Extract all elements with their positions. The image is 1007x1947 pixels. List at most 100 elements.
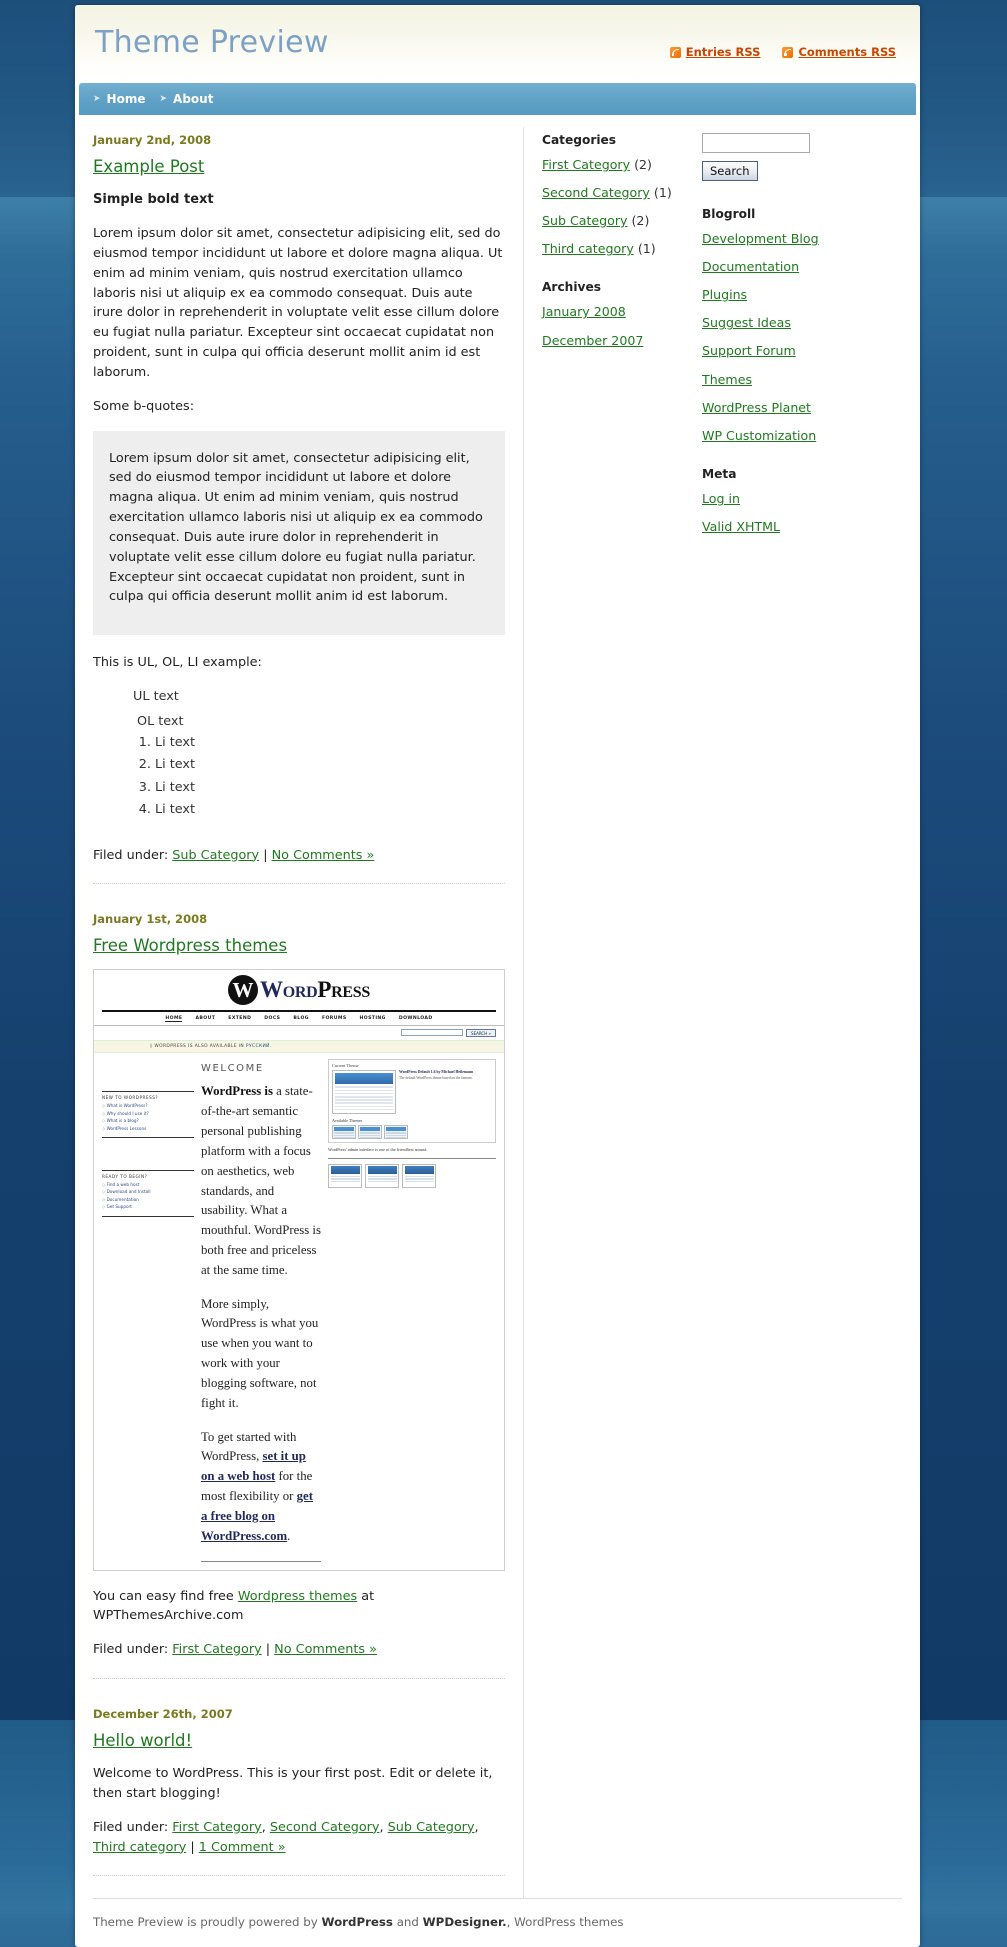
meta-list: Log in Valid XHTML: [702, 491, 902, 534]
wp-welcome-heading: WELCOME: [201, 1063, 321, 1074]
sidebar-category-link[interactable]: First Category: [542, 157, 630, 172]
post-comments-link[interactable]: No Comments »: [274, 1642, 377, 1657]
meta-comma: ,: [379, 1820, 383, 1835]
list-item: Support Forum: [702, 343, 902, 358]
wp-mini-theme: [384, 1125, 408, 1139]
post-meta: Filed under: Sub Category | No Comments …: [93, 846, 505, 866]
wp-nav-forums: FORUMS: [322, 1016, 347, 1022]
sidebar-category-link[interactable]: Third category: [542, 241, 634, 256]
post-separator: [93, 883, 505, 884]
list-item: Plugins: [702, 287, 902, 302]
post-title-link[interactable]: Hello world!: [93, 1731, 192, 1750]
blogroll-link-suggest-ideas[interactable]: Suggest Ideas: [702, 315, 791, 330]
blogroll-link-themes[interactable]: Themes: [702, 372, 752, 387]
wp-right-column: Current Theme WordPres: [328, 1059, 496, 1561]
sidebar-archive-link[interactable]: December 2007: [542, 333, 643, 348]
wordpress-wordmark: WordPress: [260, 977, 370, 1003]
sidebar: Categories First Category (2) Second Cat…: [523, 127, 920, 1898]
post-blockquote: Lorem ipsum dolor sit amet, consectetur …: [93, 431, 505, 636]
main-navigation: ➤ Home ➤ About: [79, 83, 916, 115]
wordpress-w-icon: W: [228, 975, 258, 1005]
list-item: OL text: [137, 712, 505, 732]
wp-divider: [201, 1561, 321, 1562]
blogroll-link-plugins[interactable]: Plugins: [702, 287, 747, 302]
post-caption: You can easy find free Wordpress themes …: [93, 1587, 505, 1627]
post-category-link[interactable]: Sub Category: [172, 848, 259, 863]
meta-link-valid-xhtml[interactable]: Valid XHTML: [702, 519, 780, 534]
post-comments-link[interactable]: 1 Comment »: [199, 1840, 286, 1855]
post-hello-world: December 26th, 2007 Hello world! Welcome…: [93, 1701, 505, 1857]
nav-item-about[interactable]: ➤ About: [159, 92, 213, 106]
list-item: WP Customization: [702, 428, 902, 443]
wp-box1-item: What is WordPress?: [102, 1103, 194, 1108]
search-button[interactable]: Search: [702, 161, 758, 181]
footer-link-wordpress[interactable]: WordPress: [321, 1915, 392, 1929]
content-wrapper: January 2nd, 2008 Example Post Simple bo…: [75, 115, 920, 1898]
site-header: Theme Preview Entries RSS Comments RSS: [75, 5, 920, 83]
wp-box2-title: READY TO BEGIN?: [102, 1170, 194, 1179]
wp-box1-item: WordPress Lessons: [102, 1126, 194, 1131]
blogroll-link-wp-customization[interactable]: WP Customization: [702, 428, 816, 443]
list-item: January 2008: [542, 304, 702, 319]
post-title-link[interactable]: Example Post: [93, 157, 204, 176]
blogroll-link-documentation[interactable]: Documentation: [702, 259, 799, 274]
meta-heading: Meta: [702, 467, 902, 481]
list-item: Sub Category (2): [542, 213, 702, 228]
sidebar-category-link[interactable]: Second Category: [542, 185, 650, 200]
meta-comma: ,: [475, 1820, 479, 1835]
wp-nav-about: ABOUT: [195, 1016, 215, 1022]
wp-banner-lang: РУССКИЙ.: [246, 1044, 272, 1049]
post-free-wordpress-themes: January 1st, 2008 Free Wordpress themes …: [93, 906, 505, 1660]
footer-text-b: and: [393, 1915, 423, 1929]
nav-item-home-label: Home: [107, 92, 146, 106]
post-meta: Filed under: First Category | No Comment…: [93, 1640, 505, 1660]
post-title-link[interactable]: Free Wordpress themes: [93, 936, 287, 955]
category-count: (2): [634, 157, 652, 172]
wordpress-themes-link[interactable]: Wordpress themes: [238, 1589, 357, 1604]
wp-box1-list: What is WordPress? Why should I use it? …: [102, 1103, 194, 1138]
entries-rss-link[interactable]: Entries RSS: [670, 45, 761, 59]
post-separator: [93, 1678, 505, 1679]
list-item: Li text: [155, 732, 505, 754]
wp-divider: [328, 1158, 496, 1159]
post-category-link[interactable]: First Category: [172, 1820, 261, 1835]
categories-heading: Categories: [542, 133, 702, 147]
wp-nav-docs: DOCS: [264, 1016, 280, 1022]
post-category-link[interactable]: Second Category: [270, 1820, 380, 1835]
chevron-right-icon: ➤: [93, 94, 101, 104]
post-date: December 26th, 2007: [93, 1707, 505, 1721]
wp-box2-list: Find a web host Download and Install Doc…: [102, 1182, 194, 1217]
post-category-link[interactable]: First Category: [172, 1642, 261, 1657]
sidebar-archive-link[interactable]: January 2008: [542, 304, 626, 319]
wp-admin-caption: WordPress' admin interface is one of the…: [328, 1147, 496, 1153]
wp-theme-meta: WordPress Default 1.6 by Michael Heilema…: [399, 1070, 481, 1114]
post-category-link[interactable]: Third category: [93, 1840, 186, 1855]
wp-search-button: SEARCH »: [466, 1029, 496, 1037]
post-date: January 1st, 2008: [93, 912, 505, 926]
footer-link-wpdesigner[interactable]: WPDesigner.: [423, 1915, 507, 1929]
post-comments-link[interactable]: No Comments »: [272, 848, 375, 863]
search-input[interactable]: [702, 133, 810, 153]
list-item: Valid XHTML: [702, 519, 902, 534]
wp-box1-title: NEW TO WORDPRESS?: [102, 1091, 194, 1100]
blogroll-link-wordpress-planet[interactable]: WordPress Planet: [702, 400, 811, 415]
sidebar-category-link[interactable]: Sub Category: [542, 213, 628, 228]
wordmark-word: Word: [260, 977, 317, 1002]
wp-search-input: [401, 1029, 463, 1036]
post-category-link[interactable]: Sub Category: [388, 1820, 475, 1835]
category-count: (2): [632, 213, 650, 228]
blogroll-link-support-forum[interactable]: Support Forum: [702, 343, 796, 358]
wp-nav-download: DOWNLOAD: [399, 1016, 433, 1022]
footer-text: Theme Preview is proudly powered by Word…: [93, 1915, 902, 1929]
comments-rss-link[interactable]: Comments RSS: [782, 45, 896, 59]
blogroll-link-development-blog[interactable]: Development Blog: [702, 231, 819, 246]
blockquote-intro: Some b-quotes:: [93, 397, 505, 417]
post-title: Hello world!: [93, 1731, 505, 1750]
meta-link-login[interactable]: Log in: [702, 491, 740, 506]
post-separator: [93, 1875, 505, 1876]
nav-item-home[interactable]: ➤ Home: [93, 92, 145, 106]
feed-links: Entries RSS Comments RSS: [670, 45, 896, 59]
page-title: Theme Preview: [95, 25, 329, 60]
wp-available-themes-label: Available Themes: [332, 1118, 492, 1123]
footer-link-wordpress-themes[interactable]: WordPress themes: [514, 1915, 623, 1929]
